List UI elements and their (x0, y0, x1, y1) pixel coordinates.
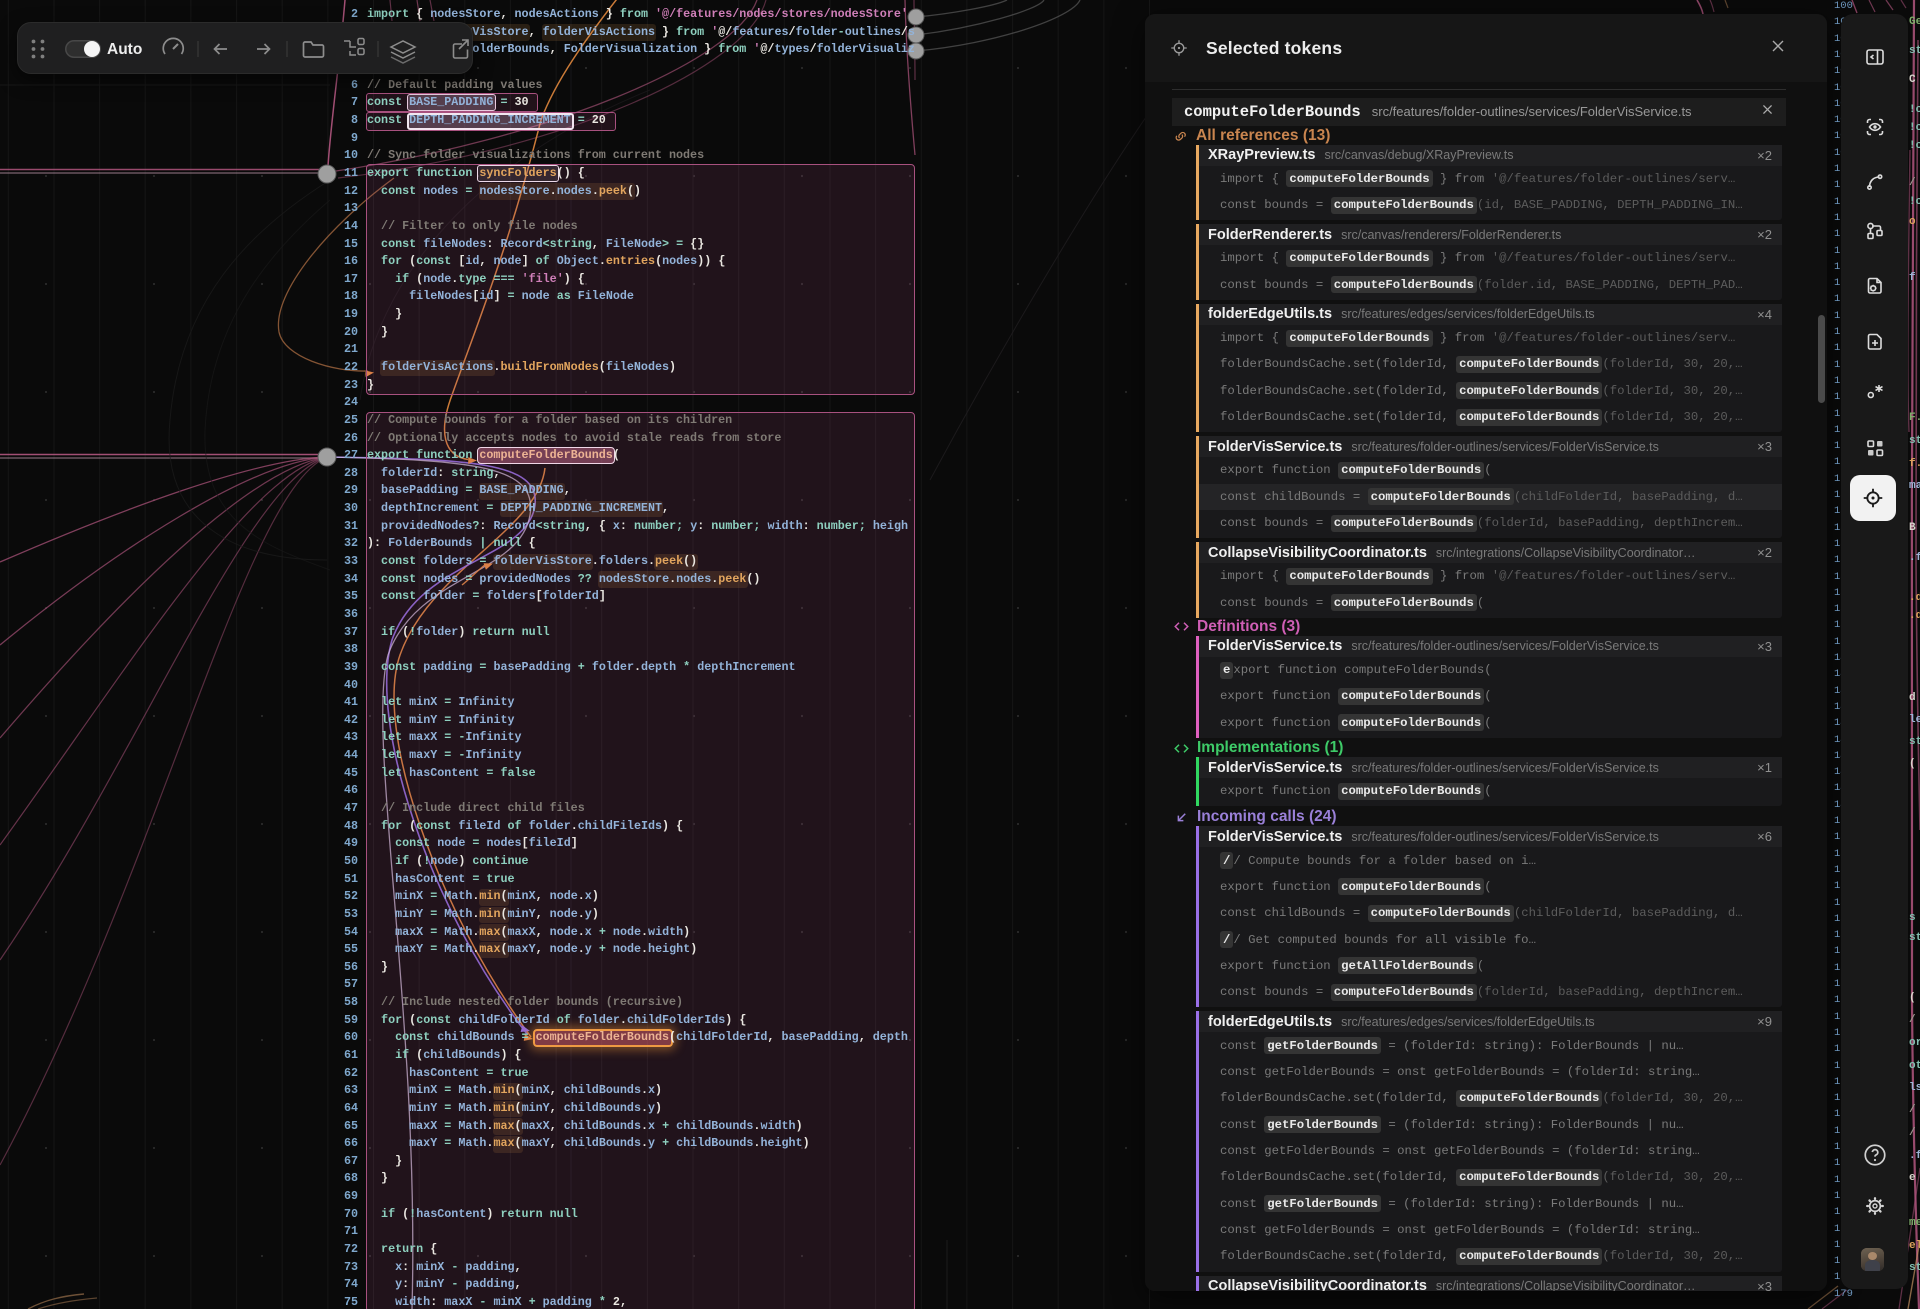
svg-text:Auto: Auto (107, 41, 142, 58)
